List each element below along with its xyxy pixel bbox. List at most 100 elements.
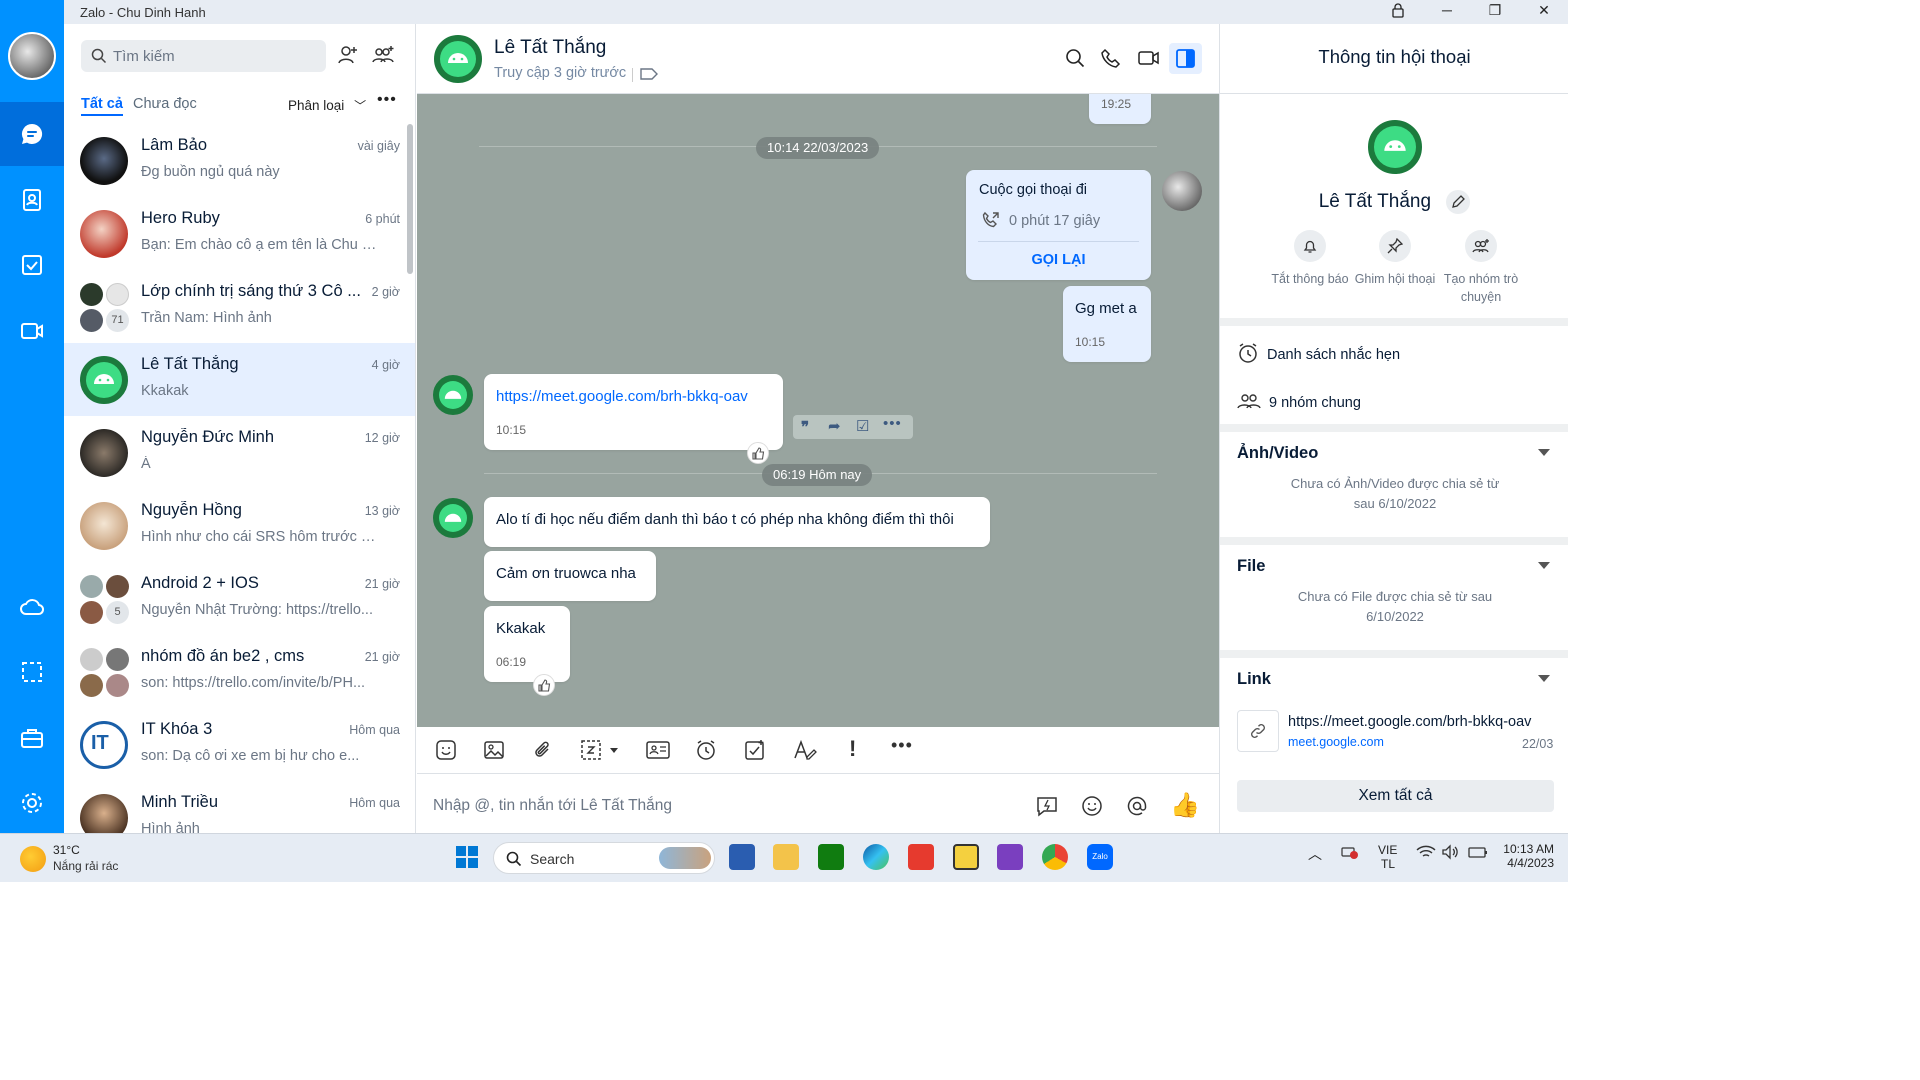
create-group-icon[interactable] [371, 44, 395, 71]
xbox-icon[interactable] [818, 844, 844, 870]
nav-screenshot[interactable] [0, 640, 64, 704]
nav-video[interactable] [0, 299, 64, 363]
file-explorer-icon[interactable] [773, 844, 799, 870]
message-bubble-them[interactable]: https://meet.google.com/brh-bkkq-oav 10:… [484, 374, 783, 450]
chrome-icon[interactable] [1042, 844, 1068, 870]
more-tools-icon[interactable]: ••• [891, 735, 913, 756]
conversation-item[interactable]: 71 Lớp chính trị sáng thứ 3 Cô ... 2 giờ… [64, 270, 415, 343]
nav-todo[interactable] [0, 233, 64, 297]
chevron-down-icon[interactable] [1538, 675, 1550, 682]
conversation-item[interactable]: IT IT Khóa 3 Hôm qua son: Dạ cô ơi xe em… [64, 708, 415, 781]
add-friend-icon[interactable] [337, 44, 359, 71]
conversation-item[interactable]: Minh Triều Hôm qua Hình ảnh [64, 781, 415, 833]
call-bubble[interactable]: Cuộc gọi thoại đi 0 phút 17 giây GỌI LẠI [966, 170, 1151, 280]
conversation-item[interactable]: Lâm Bảo vài giây Đg buồn ngủ quá này [64, 124, 415, 197]
lock-icon[interactable] [1387, 2, 1409, 22]
text-format-icon[interactable] [793, 739, 817, 766]
minimize-button[interactable]: ─ [1436, 2, 1458, 22]
pin-conversation-button[interactable]: Ghim hội thoại [1350, 230, 1440, 288]
taskbar-search[interactable]: Search [493, 842, 715, 874]
like-reaction-icon[interactable] [747, 442, 769, 464]
toggle-info-panel-icon[interactable] [1169, 43, 1202, 74]
reminders-row[interactable]: Danh sách nhắc hẹn [1237, 342, 1400, 368]
conversation-item[interactable]: Hero Ruby 6 phút Bạn: Em chào cô ạ em tê… [64, 197, 415, 270]
like-reaction-icon[interactable] [533, 674, 555, 696]
sticky-notes-icon[interactable] [953, 844, 979, 870]
edit-icon[interactable] [1446, 190, 1471, 214]
wifi-icon[interactable] [1416, 844, 1436, 863]
shared-link-domain[interactable]: meet.google.com [1288, 735, 1384, 749]
android-avatar[interactable] [433, 498, 473, 538]
wps-icon[interactable] [908, 844, 934, 870]
alarm-icon[interactable] [695, 739, 717, 766]
classify-dropdown[interactable]: Phân loại ﹀ [288, 97, 366, 114]
android-avatar[interactable] [434, 35, 482, 83]
list-scrollbar[interactable] [407, 124, 413, 274]
windows-start-icon[interactable] [454, 844, 480, 870]
chevron-down-icon[interactable] [1538, 562, 1550, 569]
user-avatar[interactable] [8, 32, 56, 80]
sticker-icon[interactable] [435, 739, 457, 766]
contact-card-icon[interactable] [646, 739, 670, 766]
app-icon[interactable] [997, 844, 1023, 870]
conversation-item[interactable]: Nguyễn Hồng 13 giờ Hình như cho cái SRS … [64, 489, 415, 562]
conversation-item[interactable]: nhóm đồ án be2 , cms 21 giờ son: https:/… [64, 635, 415, 708]
battery-icon[interactable] [1467, 844, 1489, 863]
nav-settings[interactable] [0, 771, 64, 835]
message-bubble-me[interactable]: 19:25 [1089, 94, 1151, 124]
task-icon[interactable] [744, 739, 766, 766]
more-options-icon[interactable]: ••• [377, 91, 397, 109]
message-bubble-me[interactable]: Gg met a 10:15 [1063, 286, 1151, 362]
quote-icon[interactable]: ❞ [801, 418, 809, 436]
thumbs-up-icon[interactable]: 👍 [1170, 791, 1200, 820]
tab-unread[interactable]: Chưa đọc [133, 96, 197, 112]
conversation-item[interactable]: 5 Android 2 + IOS 21 giờ Nguyễn Nhật Trư… [64, 562, 415, 635]
message-bubble-them[interactable]: Cảm ơn truowca nha [484, 551, 656, 601]
message-area[interactable]: 19:25 10:14 22/03/2023 Cuộc gọi thoại đi… [417, 94, 1219, 727]
search-input[interactable]: Tìm kiếm [81, 40, 326, 72]
restore-button[interactable]: ❐ [1484, 2, 1506, 22]
file-section-title[interactable]: File [1237, 557, 1265, 576]
nav-cloud[interactable] [0, 575, 64, 639]
create-group-button[interactable]: Tạo nhóm trò chuyện [1436, 230, 1526, 306]
tag-icon[interactable] [640, 67, 658, 86]
shared-link-url[interactable]: https://meet.google.com/brh-bkkq-oav [1288, 714, 1531, 730]
more-actions-icon[interactable]: ••• [883, 415, 902, 432]
nav-messages[interactable] [0, 102, 64, 166]
conversation-item-active[interactable]: Lê Tất Thắng 4 giờ Kkakak [64, 343, 415, 416]
clock[interactable]: 10:13 AM 4/4/2023 [1500, 842, 1554, 870]
image-icon[interactable] [483, 739, 505, 766]
message-bubble-them[interactable]: Alo tí đi học nếu điểm danh thì báo t có… [484, 497, 990, 547]
chevron-down-icon[interactable] [1538, 449, 1550, 456]
see-all-button[interactable]: Xem tất cả [1237, 780, 1554, 812]
weather-icon[interactable] [20, 846, 46, 872]
forward-icon[interactable]: ➦ [828, 417, 841, 435]
volume-icon[interactable] [1441, 844, 1461, 863]
common-groups-row[interactable]: 9 nhóm chung [1237, 391, 1361, 415]
network-status-icon[interactable] [1341, 844, 1359, 863]
media-section-title[interactable]: Ảnh/Video [1237, 444, 1318, 463]
edge-icon[interactable] [863, 844, 889, 870]
search-icon[interactable] [1065, 48, 1085, 73]
chevron-up-icon[interactable]: ︿ [1308, 844, 1322, 864]
my-avatar[interactable] [1162, 171, 1202, 211]
nav-business[interactable] [0, 706, 64, 770]
message-input[interactable]: Nhập @, tin nhắn tới Lê Tất Thắng 👍 [417, 775, 1219, 833]
store-icon[interactable] [729, 844, 755, 870]
urgent-icon[interactable]: ! [849, 736, 856, 762]
emoji-icon[interactable] [1081, 795, 1103, 822]
quick-message-icon[interactable] [1036, 795, 1058, 822]
task-icon[interactable]: ☑ [856, 417, 869, 435]
message-bubble-them[interactable]: Kkakak 06:19 [484, 606, 570, 682]
nav-contacts[interactable] [0, 168, 64, 232]
attachment-icon[interactable] [532, 739, 554, 766]
phone-icon[interactable] [1101, 48, 1121, 73]
video-call-icon[interactable] [1138, 48, 1160, 73]
mention-icon[interactable] [1126, 795, 1148, 822]
screenshot-tool-icon[interactable] [580, 739, 622, 766]
conversation-item[interactable]: Nguyễn Đức Minh 12 giờ Á [64, 416, 415, 489]
call-back-button[interactable]: GỌI LẠI [966, 252, 1151, 268]
link-section-title[interactable]: Link [1237, 670, 1271, 689]
android-avatar[interactable] [1368, 120, 1422, 174]
tab-all[interactable]: Tất cả [81, 96, 123, 116]
